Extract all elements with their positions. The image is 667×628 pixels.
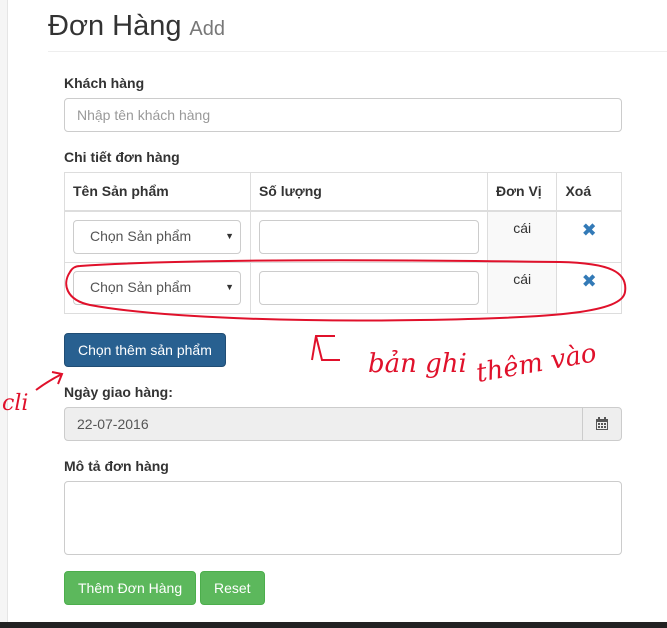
calendar-icon [596,417,608,430]
quantity-input[interactable] [258,270,479,305]
delete-cell: ✖ [556,261,622,314]
product-select-value: Chọn Sản phẩm [90,278,192,295]
description-textarea[interactable] [64,481,622,555]
page-subtitle: Add [189,18,225,40]
table-row: Chọn Sản phẩm ▼ cái ✖ [64,210,622,263]
page-title: Đơn Hàng [48,10,182,42]
annotation-click-arrow [35,371,64,391]
product-cell: Chọn Sản phẩm ▼ [64,261,251,314]
order-details-label: Chi tiết đơn hàng [64,149,180,165]
calendar-button[interactable] [582,407,622,441]
product-select-value: Chọn Sản phẩm [90,227,192,244]
quantity-cell [249,210,488,263]
submit-order-button[interactable]: Thêm Đơn Hàng [64,571,197,605]
table-row: Chọn Sản phẩm ▼ cái ✖ [64,261,622,314]
customer-label: Khách hàng [64,75,145,91]
product-select[interactable]: Chọn Sản phẩm ▼ [73,219,241,254]
caret-down-icon: ▼ [225,230,234,241]
delivery-date-group: 22-07-2016 [64,407,622,441]
annotation-add-text: thêm vào [474,338,599,389]
quantity-cell [249,261,488,314]
product-select[interactable]: Chọn Sản phẩm ▼ [73,270,241,305]
delivery-date-label: Ngày giao hàng: [64,384,173,400]
page-header: Đơn Hàng Add [48,8,667,52]
unit-cell: cái [486,210,558,263]
quantity-input[interactable] [258,219,479,254]
unit-cell: cái [486,261,558,314]
product-cell: Chọn Sản phẩm ▼ [64,210,251,263]
times-icon[interactable]: ✖ [582,271,597,291]
annotation-pointer-arrow [311,335,340,361]
column-delete: Xoá [556,172,622,212]
order-details-table: Tên Sản phẩm Số lượng Đơn Vị Xoá Chọn Sả… [64,172,622,314]
times-icon[interactable]: ✖ [582,220,597,240]
column-unit: Đơn Vị [486,172,558,212]
description-label: Mô tả đơn hàng [64,458,169,474]
reset-button[interactable]: Reset [200,571,265,605]
customer-input[interactable] [64,98,622,132]
bottom-bar [0,622,667,628]
add-product-button[interactable]: Chọn thêm sản phẩm [64,333,226,367]
column-quantity: Số lượng [249,172,488,212]
left-edge-strip [0,0,8,628]
delivery-date-input[interactable]: 22-07-2016 [64,407,583,441]
annotation-record-text: bản ghi [368,349,467,379]
caret-down-icon: ▼ [225,281,234,292]
table-header-row: Tên Sản phẩm Số lượng Đơn Vị Xoá [64,172,622,212]
delete-cell: ✖ [556,210,622,263]
column-product: Tên Sản phẩm [64,172,251,212]
